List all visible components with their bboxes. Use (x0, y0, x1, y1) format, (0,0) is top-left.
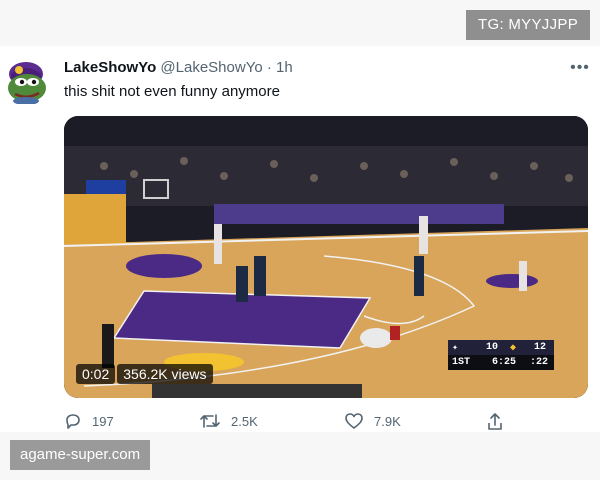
header-separator: · (266, 59, 272, 76)
like-button[interactable]: 7.9K (344, 412, 401, 430)
retweet-icon (200, 414, 220, 428)
video-player[interactable]: ✦ 10 ◆ 12 1ST 6:25 :22 0:02 356.2K views (64, 116, 588, 398)
tweet-text: this shit not even funny anymore (64, 83, 280, 100)
home-logo-icon: ◆ (510, 343, 517, 354)
video-elapsed: 0:02 (76, 364, 116, 384)
tweet-header: LakeShowYo @LakeShowYo · 1h (64, 59, 293, 76)
tweet-time[interactable]: 1h (276, 59, 293, 76)
watermark-top: TG: MYYJJPP (466, 10, 590, 40)
home-score: 12 (534, 342, 547, 353)
retweet-button[interactable]: 2.5K (199, 412, 258, 430)
more-icon[interactable]: ••• (568, 58, 592, 78)
retweet-count: 2.5K (231, 413, 258, 429)
watermark-bottom: agame-super.com (10, 440, 151, 470)
author-handle[interactable]: @LakeShowYo (160, 59, 262, 76)
reply-button[interactable]: 197 (64, 412, 114, 430)
scorebug: ✦ 10 ◆ 12 1ST 6:25 :22 (448, 340, 554, 370)
away-score: 10 (486, 342, 499, 353)
away-logo-icon: ✦ (452, 343, 459, 354)
avatar[interactable] (5, 60, 47, 105)
reply-count: 197 (92, 413, 114, 429)
reply-icon (66, 414, 80, 429)
tweet-actions: 197 2.5K 7.9K (64, 412, 534, 434)
share-button[interactable] (486, 412, 504, 432)
video-info: 0:02 356.2K views (76, 364, 213, 384)
like-icon (345, 413, 363, 429)
like-count: 7.9K (374, 413, 401, 429)
shot-clock: :22 (530, 357, 549, 368)
video-views: 356.2K views (117, 364, 213, 384)
frog-avatar-icon (8, 62, 46, 105)
author-name[interactable]: LakeShowYo (64, 59, 156, 76)
period: 1ST (452, 357, 471, 368)
game-clock: 6:25 (492, 357, 517, 368)
share-icon (488, 413, 502, 430)
